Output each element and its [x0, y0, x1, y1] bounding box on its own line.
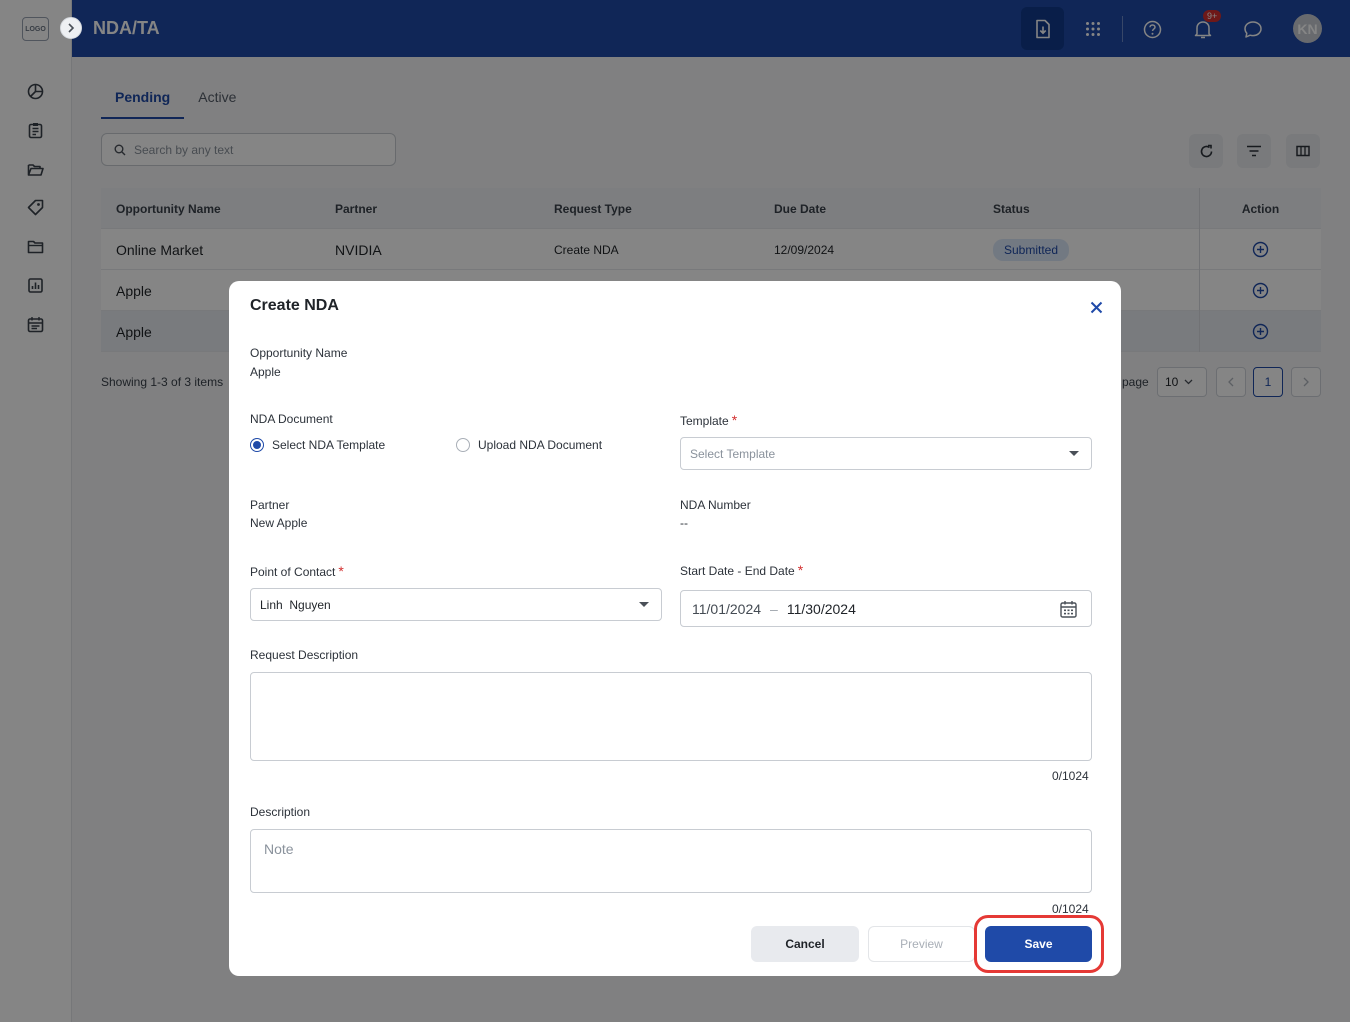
preview-button[interactable]: Preview [868, 926, 975, 962]
required-mark: * [731, 412, 738, 428]
description-placeholder: Note [264, 841, 294, 857]
radio-select-template[interactable]: Select NDA Template [250, 438, 385, 452]
opportunity-label: Opportunity Name [250, 346, 348, 360]
description-label: Description [250, 805, 311, 819]
end-date-input[interactable]: 11/30/2024 [787, 601, 856, 617]
request-description-label: Request Description [250, 648, 359, 662]
partner-value: New Apple [250, 516, 308, 530]
description-counter: 0/1024 [1052, 902, 1089, 916]
chevron-right-icon [68, 23, 75, 33]
request-description-input[interactable] [250, 672, 1092, 761]
template-label: Template * [680, 412, 737, 428]
date-separator: – [770, 600, 778, 617]
partner-label: Partner [250, 498, 290, 512]
caret-down-icon [639, 602, 649, 607]
start-date-input[interactable]: 11/01/2024 [692, 601, 761, 617]
radio-indicator[interactable] [250, 438, 264, 452]
caret-down-icon [1069, 451, 1079, 456]
request-description-counter: 0/1024 [1052, 769, 1089, 783]
expand-sidebar-button[interactable] [60, 17, 82, 39]
nda-document-label: NDA Document [250, 412, 333, 426]
dates-label-text: Start Date - End Date [680, 564, 795, 578]
required-mark: * [797, 562, 804, 578]
opportunity-value: Apple [250, 365, 281, 379]
template-select[interactable]: Select Template [680, 437, 1092, 470]
contact-label: Point of Contact * [250, 563, 344, 579]
description-input[interactable]: Note [250, 829, 1092, 893]
create-nda-dialog: Create NDA Opportunity Name Apple NDA Do… [229, 281, 1121, 976]
nda-number-label: NDA Number [680, 498, 751, 512]
radio-indicator[interactable] [456, 438, 470, 452]
date-range-picker[interactable]: 11/01/2024 – 11/30/2024 [680, 590, 1092, 627]
dialog-title: Create NDA [250, 297, 339, 314]
template-placeholder: Select Template [690, 446, 776, 461]
close-icon [1090, 301, 1102, 313]
save-button[interactable]: Save [985, 926, 1092, 962]
contact-label-text: Point of Contact [250, 565, 336, 579]
required-mark: * [338, 563, 344, 579]
contact-select[interactable]: Linh Nguyen [250, 588, 662, 621]
nda-number-value: -- [680, 516, 688, 530]
radio-upload-document[interactable]: Upload NDA Document [456, 438, 602, 452]
radio-label: Select NDA Template [272, 438, 386, 452]
template-label-text: Template [680, 414, 729, 428]
close-button[interactable] [1085, 296, 1107, 318]
radio-label: Upload NDA Document [478, 438, 603, 452]
calendar-icon [1060, 601, 1077, 618]
contact-value: Linh Nguyen [260, 597, 331, 612]
dates-label: Start Date - End Date * [680, 562, 803, 578]
cancel-button[interactable]: Cancel [751, 926, 859, 962]
